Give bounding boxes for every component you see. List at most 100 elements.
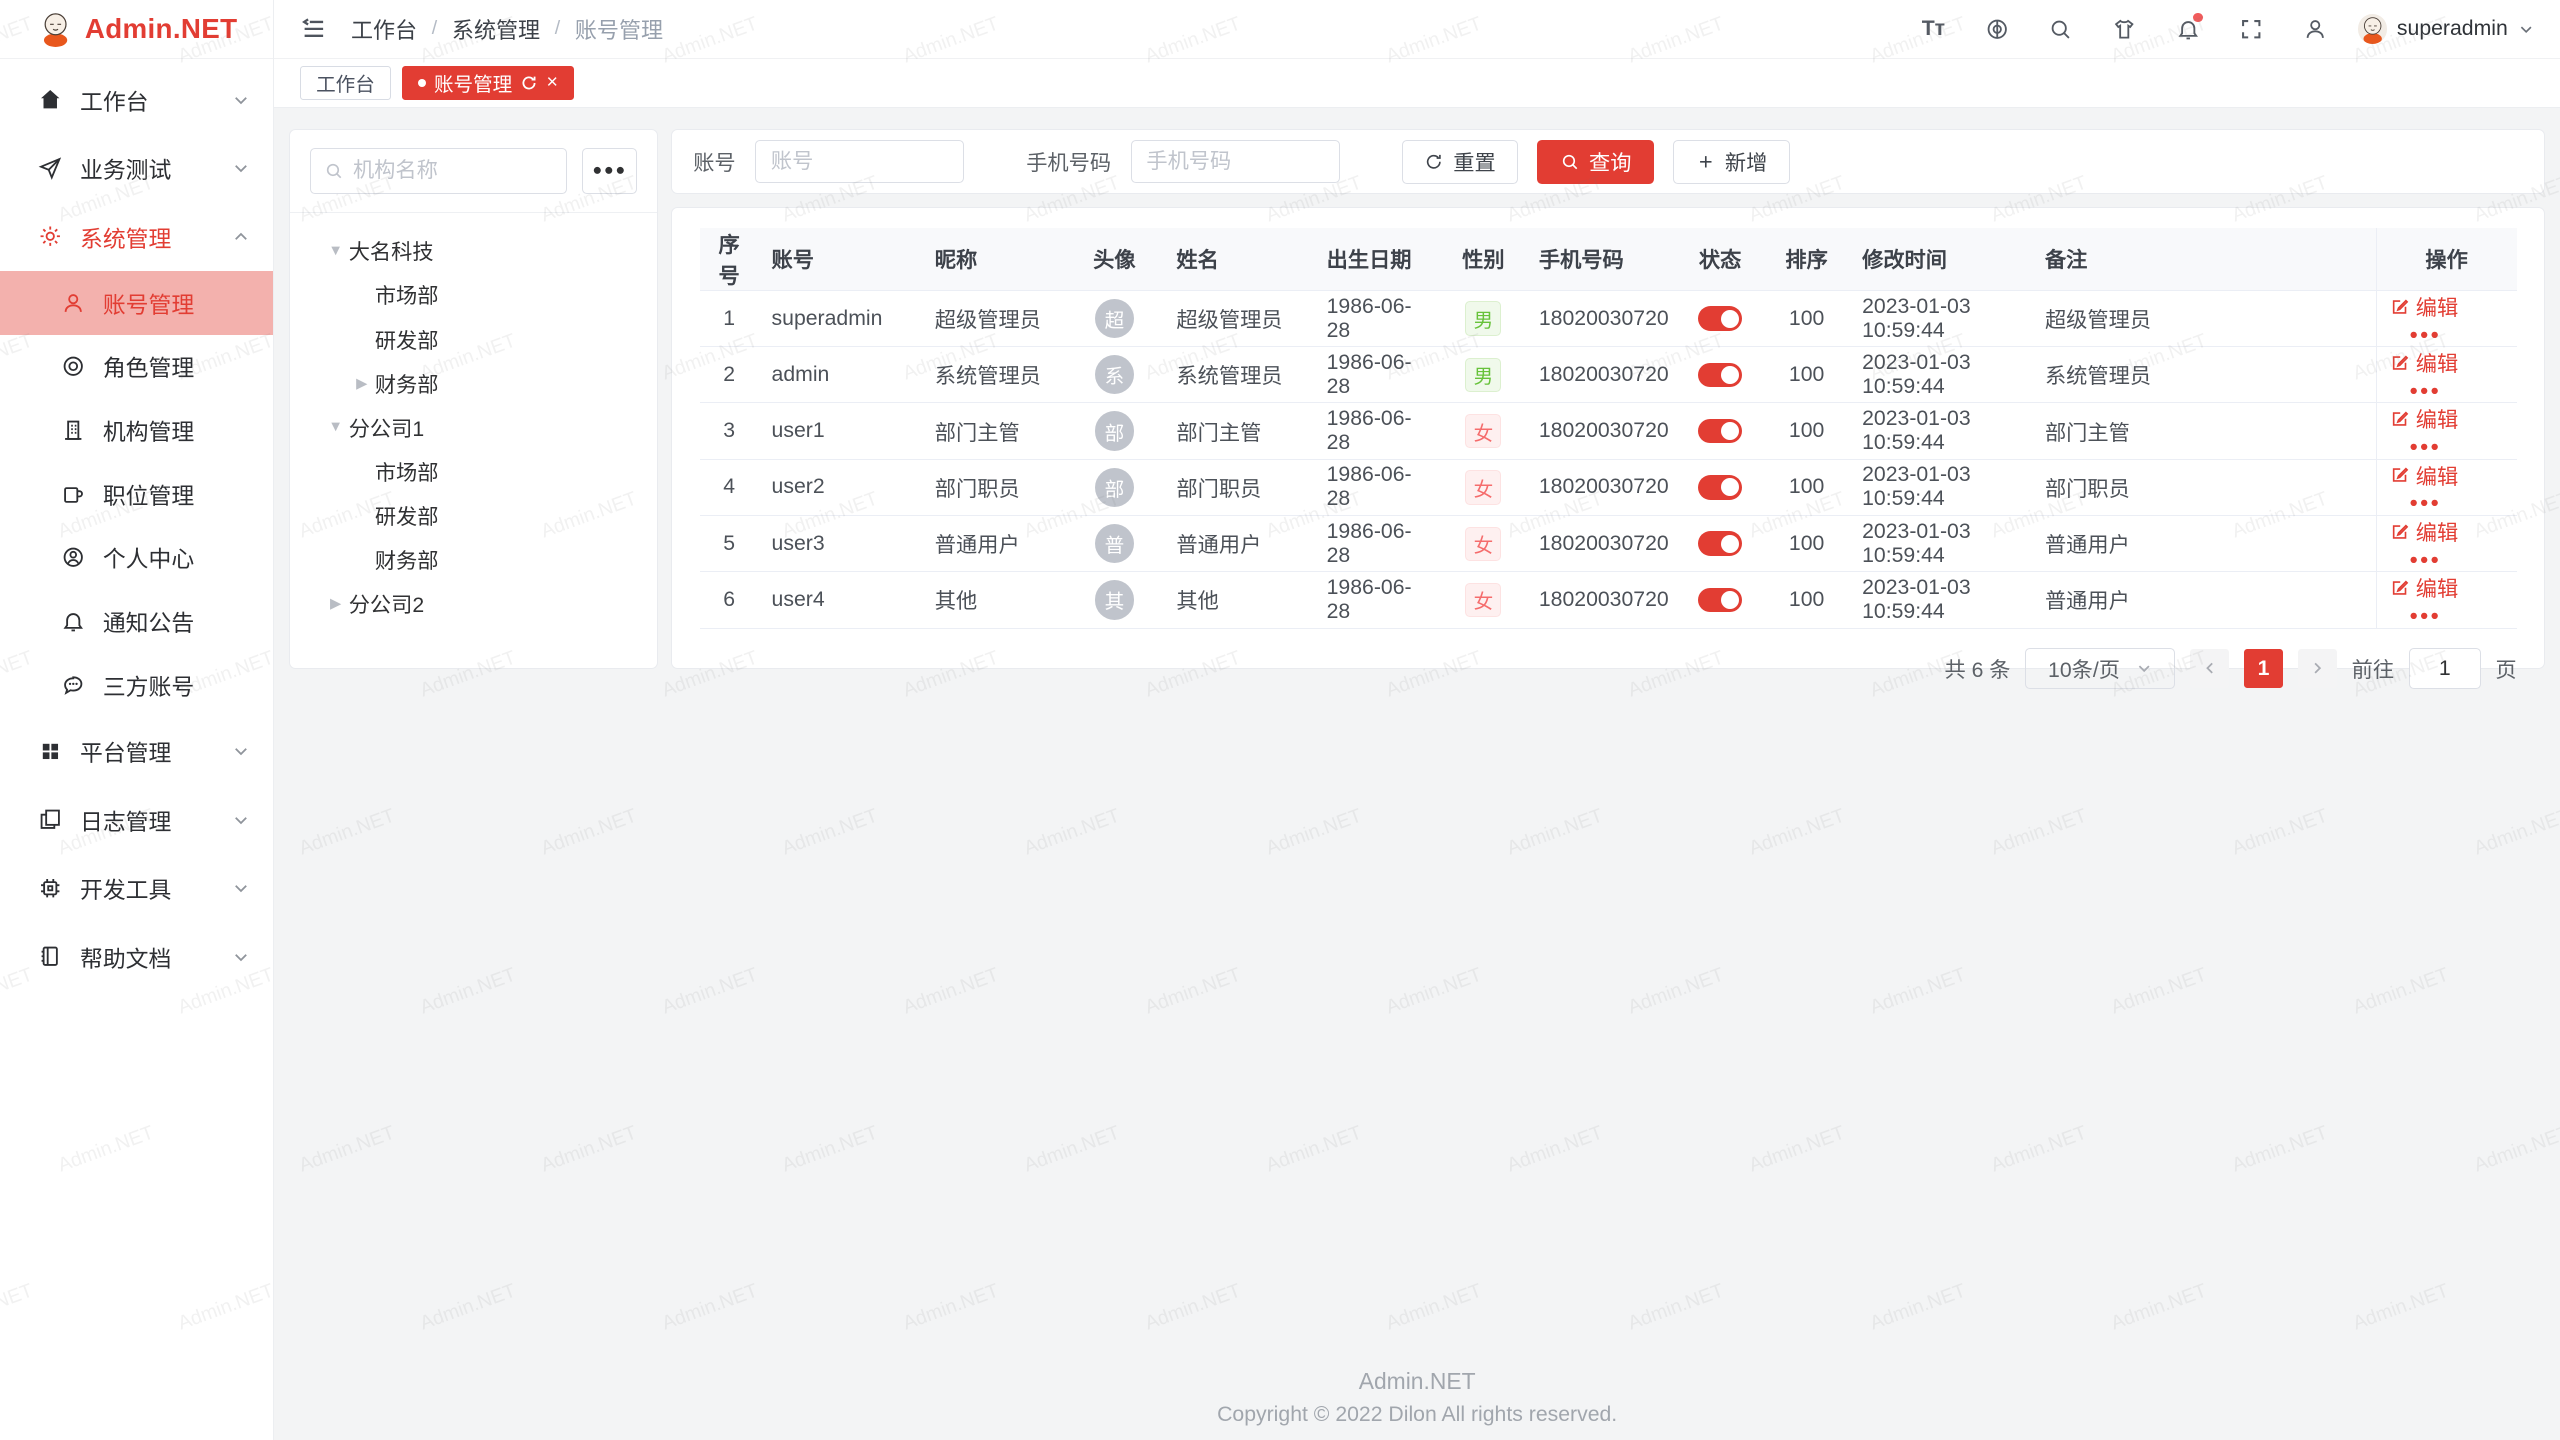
notebook-icon (38, 944, 64, 970)
theme-tshirt-icon[interactable] (2103, 8, 2145, 50)
chevron-down-icon (232, 159, 250, 177)
notification-bell-icon[interactable] (2167, 8, 2209, 50)
goto-label: 前往 (2352, 653, 2394, 684)
tree-node[interactable]: 市场部 (300, 449, 647, 493)
edit-button[interactable]: 编辑 (2390, 347, 2459, 378)
grid-icon (38, 738, 64, 764)
tree-node[interactable]: 研发部 (300, 317, 647, 361)
font-size-icon[interactable]: Tт (1912, 8, 1954, 50)
page-size-select[interactable]: 10条/页 (2025, 648, 2175, 689)
sidebar-item-log-mgmt[interactable]: 日志管理 (0, 785, 273, 854)
next-page-button[interactable] (2298, 649, 2337, 688)
app-logo[interactable]: Admin.NET (0, 0, 273, 59)
more-actions-button[interactable]: ●●● (2409, 439, 2441, 455)
tab-workbench[interactable]: 工作台 (300, 66, 390, 100)
menu-fold-icon[interactable] (300, 15, 328, 43)
sidebar-item-workbench[interactable]: 工作台 (0, 65, 273, 134)
search-icon[interactable] (2039, 8, 2081, 50)
tree-node[interactable]: 市场部 (300, 273, 647, 317)
sidebar-item-account-mgmt[interactable]: 账号管理 (0, 271, 273, 335)
caret-placeholder (349, 546, 375, 572)
tree-node[interactable]: 研发部 (300, 493, 647, 537)
phone-filter-input[interactable] (1131, 140, 1340, 182)
chat-bubble-icon (60, 672, 86, 698)
sidebar-item-business-test[interactable]: 业务测试 (0, 134, 273, 203)
caret-right-icon[interactable]: ▶ (323, 590, 349, 616)
status-toggle[interactable] (1698, 306, 1742, 330)
edit-button[interactable]: 编辑 (2390, 291, 2459, 322)
page-number-1[interactable]: 1 (2244, 649, 2283, 688)
org-search-box[interactable] (310, 148, 568, 194)
more-actions-button[interactable]: ●●● (2409, 383, 2441, 399)
top-header: 工作台 / 系统管理 / 账号管理 Tт superadmin (274, 0, 2560, 59)
breadcrumb-separator: / (432, 17, 437, 40)
edit-pen-icon (2390, 409, 2410, 429)
account-filter-input[interactable] (755, 140, 964, 182)
filter-bar: 账号 手机号码 重置 查询 新增 (671, 129, 2545, 194)
edit-button[interactable]: 编辑 (2390, 403, 2459, 434)
tree-node[interactable]: ▼大名科技 (300, 229, 647, 273)
org-tree: ▼大名科技 市场部 研发部 ▶财务部 ▼分公司1 市场部 研发部 财务部 ▶分公… (290, 213, 657, 642)
tab-close-icon[interactable]: × (547, 73, 558, 93)
goto-page-input[interactable] (2409, 648, 2481, 689)
chevron-left-icon (2202, 660, 2218, 676)
sidebar-item-profile-center[interactable]: 个人中心 (0, 526, 273, 590)
edit-button[interactable]: 编辑 (2390, 572, 2459, 603)
sidebar-item-position-mgmt[interactable]: 职位管理 (0, 462, 273, 526)
language-icon[interactable] (1976, 8, 2018, 50)
person-icon[interactable] (2294, 8, 2336, 50)
caret-down-icon[interactable]: ▼ (323, 414, 349, 440)
edit-button[interactable]: 编辑 (2390, 460, 2459, 491)
tree-node[interactable]: 财务部 (300, 537, 647, 581)
status-toggle[interactable] (1698, 588, 1742, 612)
edit-button[interactable]: 编辑 (2390, 516, 2459, 547)
more-actions-button[interactable]: ●●● (2409, 608, 2441, 624)
breadcrumb-system-mgmt[interactable]: 系统管理 (452, 13, 540, 45)
add-button[interactable]: 新增 (1673, 140, 1789, 184)
edit-pen-icon (2390, 353, 2410, 373)
edit-pen-icon (2390, 297, 2410, 317)
gender-badge: 女 (1465, 583, 1501, 617)
tree-node[interactable]: ▼分公司1 (300, 405, 647, 449)
col-modified: 修改时间 (1849, 228, 2032, 291)
sidebar-item-platform-mgmt[interactable]: 平台管理 (0, 717, 273, 786)
caret-placeholder (349, 282, 375, 308)
breadcrumb-workbench[interactable]: 工作台 (351, 13, 417, 45)
caret-right-icon[interactable]: ▶ (349, 370, 375, 396)
sidebar-item-system-mgmt[interactable]: 系统管理 (0, 202, 273, 271)
caret-down-icon[interactable]: ▼ (323, 238, 349, 264)
fullscreen-icon[interactable] (2230, 8, 2272, 50)
sidebar-item-dev-tools[interactable]: 开发工具 (0, 854, 273, 923)
edit-pen-icon (2390, 578, 2410, 598)
tree-node[interactable]: ▶财务部 (300, 361, 647, 405)
tab-refresh-icon[interactable] (520, 74, 538, 92)
col-sort: 排序 (1764, 228, 1849, 291)
sidebar-item-role-mgmt[interactable]: 角色管理 (0, 335, 273, 399)
chevron-down-icon (2518, 21, 2534, 37)
right-column: 账号 手机号码 重置 查询 新增 (671, 129, 2545, 1427)
status-toggle[interactable] (1698, 531, 1742, 555)
sidebar-item-notice[interactable]: 通知公告 (0, 589, 273, 653)
avatar: 系 (1095, 355, 1134, 394)
sidebar-menu: 工作台 业务测试 系统管理 账号管理 角色管理 (0, 59, 273, 991)
tab-account-mgmt[interactable]: 账号管理 × (402, 66, 574, 100)
status-toggle[interactable] (1698, 475, 1742, 499)
sidebar-item-org-mgmt[interactable]: 机构管理 (0, 398, 273, 462)
status-toggle[interactable] (1698, 419, 1742, 443)
prev-page-button[interactable] (2190, 649, 2229, 688)
more-actions-button[interactable]: ●●● (2409, 495, 2441, 511)
footer-copyright: Copyright © 2022 Dilon All rights reserv… (274, 1403, 2560, 1427)
query-button[interactable]: 查询 (1537, 140, 1653, 184)
more-actions-button[interactable]: ●●● (2409, 552, 2441, 568)
status-toggle[interactable] (1698, 363, 1742, 387)
sidebar-item-third-party-account[interactable]: 三方账号 (0, 653, 273, 717)
user-menu[interactable]: superadmin (2358, 14, 2534, 43)
more-actions-button[interactable]: ●●● (2409, 327, 2441, 343)
col-gender: 性别 (1441, 228, 1526, 291)
org-search-input[interactable] (353, 159, 553, 183)
sidebar-item-help-docs[interactable]: 帮助文档 (0, 922, 273, 991)
tree-more-button[interactable]: ●●● (582, 148, 638, 194)
app-title: Admin.NET (85, 13, 237, 45)
tree-node[interactable]: ▶分公司2 (300, 582, 647, 626)
reset-button[interactable]: 重置 (1402, 140, 1518, 184)
